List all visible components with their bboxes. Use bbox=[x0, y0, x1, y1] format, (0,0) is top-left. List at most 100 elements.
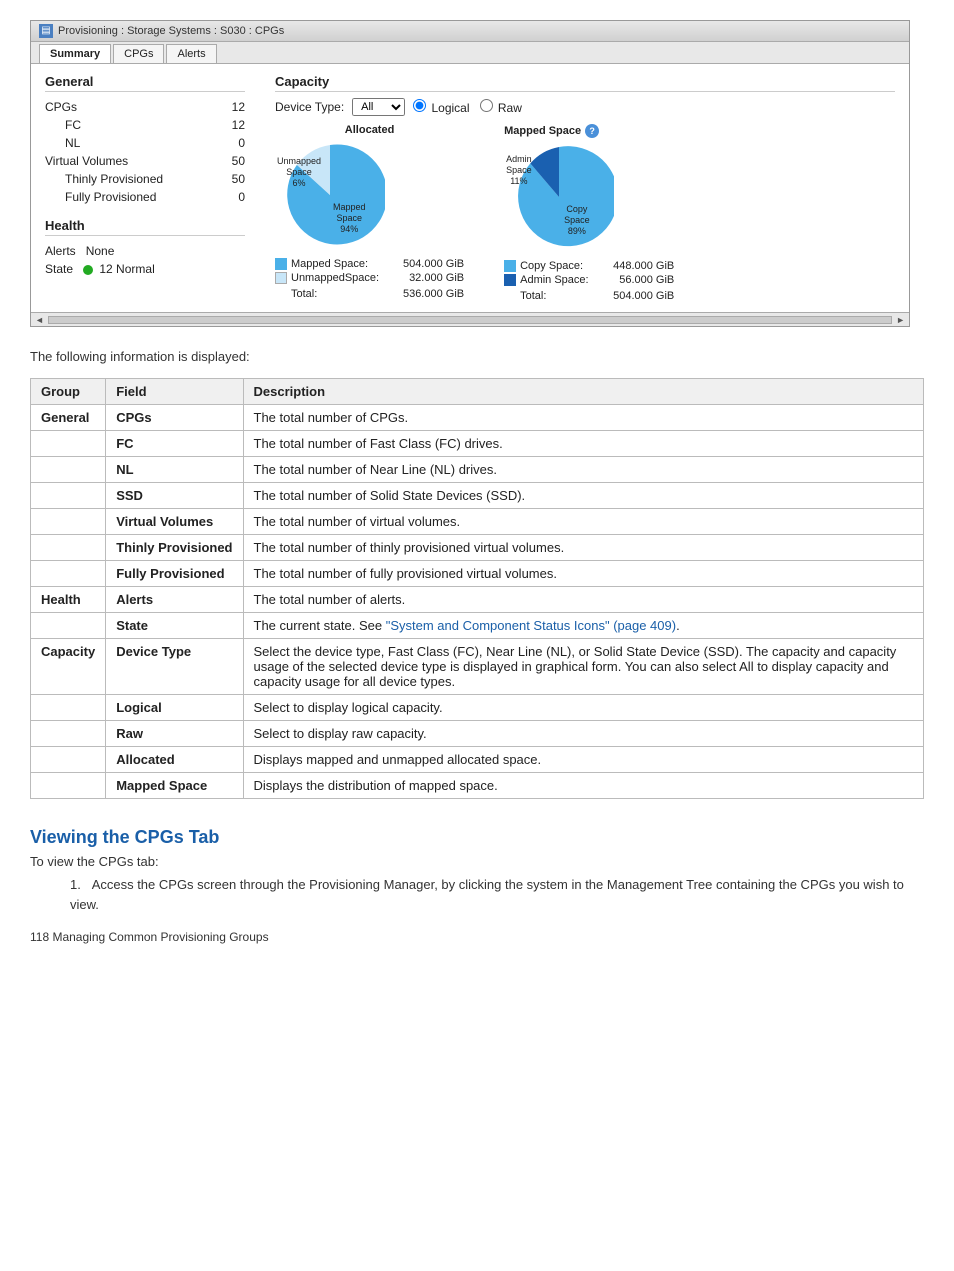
cell-field-13: Mapped Space bbox=[106, 773, 243, 799]
legend-label-unmapped: UnmappedSpace: bbox=[291, 272, 379, 284]
cell-desc-7: The total number of alerts. bbox=[243, 587, 924, 613]
cell-field-4: Virtual Volumes bbox=[106, 509, 243, 535]
alloc-pie-label-unmapped: UnmappedSpace6% bbox=[277, 156, 321, 188]
numbered-item-number: 1. bbox=[70, 877, 92, 892]
cell-desc-0: The total number of CPGs. bbox=[243, 405, 924, 431]
radio-raw[interactable]: Raw bbox=[480, 99, 522, 115]
cell-group-3 bbox=[31, 483, 106, 509]
legend-item-copy: Copy Space: bbox=[504, 260, 583, 272]
allocated-legend: Mapped Space: 504.000 GiB UnmappedSpace:… bbox=[275, 258, 464, 300]
cell-field-2: NL bbox=[106, 457, 243, 483]
capacity-section: Capacity Device Type: All FC NL SSD Logi… bbox=[275, 74, 895, 302]
table-row: NLThe total number of Near Line (NL) dri… bbox=[31, 457, 924, 483]
numbered-item-1: 1. Access the CPGs screen through the Pr… bbox=[70, 875, 924, 914]
nl-label: NL bbox=[65, 134, 80, 152]
tab-alerts[interactable]: Alerts bbox=[166, 44, 216, 63]
tab-summary[interactable]: Summary bbox=[39, 44, 111, 63]
allocated-chart-block: Allocated UnmappedSpace6% MappedSpace94% bbox=[275, 124, 464, 302]
state-dot bbox=[83, 265, 93, 275]
legend-item-admin: Admin Space: bbox=[504, 274, 588, 286]
tab-cpgs[interactable]: CPGs bbox=[113, 44, 164, 63]
scrollbar-track[interactable] bbox=[48, 316, 892, 324]
fp-label: Fully Provisioned bbox=[65, 188, 156, 206]
cell-desc-5: The total number of thinly provisioned v… bbox=[243, 535, 924, 561]
legend-row-copy: Copy Space: 448.000 GiB bbox=[504, 260, 674, 272]
numbered-item-text: Access the CPGs screen through the Provi… bbox=[70, 877, 904, 912]
alerts-value: None bbox=[86, 242, 115, 260]
alloc-pie-label-mapped: MappedSpace94% bbox=[333, 202, 366, 234]
legend-color-mapped bbox=[275, 258, 287, 270]
cell-group-0: General bbox=[31, 405, 106, 431]
legend-value-copy: 448.000 GiB bbox=[613, 260, 674, 272]
general-section: General CPGs 12 FC 12 NL 0 Virtual Volum… bbox=[45, 74, 245, 302]
health-section: Health Alerts None State 12 Normal bbox=[45, 218, 245, 278]
mapped-total-value: 504.000 GiB bbox=[613, 290, 674, 302]
col-group: Group bbox=[31, 379, 106, 405]
cell-desc-9: Select the device type, Fast Class (FC),… bbox=[243, 639, 924, 695]
cell-group-11 bbox=[31, 721, 106, 747]
general-row-nl: NL 0 bbox=[65, 134, 245, 152]
legend-value-unmapped: 32.000 GiB bbox=[409, 272, 464, 284]
col-desc: Description bbox=[243, 379, 924, 405]
legend-color-copy bbox=[504, 260, 516, 272]
table-row: Thinly ProvisionedThe total number of th… bbox=[31, 535, 924, 561]
cell-field-11: Raw bbox=[106, 721, 243, 747]
device-type-label: Device Type: bbox=[275, 100, 344, 114]
alerts-label: Alerts bbox=[45, 242, 76, 260]
allocated-pie: UnmappedSpace6% MappedSpace94% bbox=[275, 140, 385, 250]
table-row: RawSelect to display raw capacity. bbox=[31, 721, 924, 747]
radio-logical[interactable]: Logical bbox=[413, 99, 469, 115]
legend-value-mapped: 504.000 GiB bbox=[403, 258, 464, 270]
health-title: Health bbox=[45, 218, 245, 236]
scroll-right-arrow[interactable]: ► bbox=[896, 315, 905, 325]
tp-value: 50 bbox=[232, 170, 245, 188]
radio-group: Logical Raw bbox=[413, 99, 522, 115]
general-row-fc: FC 12 bbox=[65, 116, 245, 134]
col-field: Field bbox=[106, 379, 243, 405]
legend-color-unmapped bbox=[275, 272, 287, 284]
allocated-label: Allocated bbox=[275, 124, 464, 136]
legend-label-mapped: Mapped Space: bbox=[291, 258, 368, 270]
cell-desc-8: The current state. See "System and Compo… bbox=[243, 613, 924, 639]
vv-label: Virtual Volumes bbox=[45, 152, 128, 170]
vv-value: 50 bbox=[232, 152, 245, 170]
legend-color-admin bbox=[504, 274, 516, 286]
cell-desc-11: Select to display raw capacity. bbox=[243, 721, 924, 747]
cell-group-12 bbox=[31, 747, 106, 773]
cell-desc-4: The total number of virtual volumes. bbox=[243, 509, 924, 535]
cell-field-10: Logical bbox=[106, 695, 243, 721]
table-row: AllocatedDisplays mapped and unmapped al… bbox=[31, 747, 924, 773]
device-type-select[interactable]: All FC NL SSD bbox=[352, 98, 405, 116]
sub-text: To view the CPGs tab: bbox=[30, 854, 924, 869]
cell-field-1: FC bbox=[106, 431, 243, 457]
mapped-space-label: Mapped Space ? bbox=[504, 124, 674, 138]
cpgs-label: CPGs bbox=[45, 98, 77, 116]
general-row-cpgs: CPGs 12 bbox=[45, 98, 245, 116]
health-alerts-row: Alerts None bbox=[45, 242, 245, 260]
panel-title: Provisioning : Storage Systems : S030 : … bbox=[58, 25, 284, 37]
cell-desc-3: The total number of Solid State Devices … bbox=[243, 483, 924, 509]
data-table: Group Field Description GeneralCPGsThe t… bbox=[30, 378, 924, 799]
cell-field-7: Alerts bbox=[106, 587, 243, 613]
table-header-row: Group Field Description bbox=[31, 379, 924, 405]
state-link[interactable]: "System and Component Status Icons" (pag… bbox=[386, 618, 676, 633]
cpgs-value: 12 bbox=[232, 98, 245, 116]
scroll-left-arrow[interactable]: ◄ bbox=[35, 315, 44, 325]
legend-item-mapped: Mapped Space: bbox=[275, 258, 368, 270]
cell-field-9: Device Type bbox=[106, 639, 243, 695]
mapped-space-chart-block: Mapped Space ? AdminSpace11% CopySpace89… bbox=[504, 124, 674, 302]
mapped-info-icon[interactable]: ? bbox=[585, 124, 599, 138]
table-row: Fully ProvisionedThe total number of ful… bbox=[31, 561, 924, 587]
health-state-row: State 12 Normal bbox=[45, 260, 245, 278]
nl-value: 0 bbox=[238, 134, 245, 152]
allocated-total-label: Total: bbox=[291, 288, 317, 300]
mapped-pie-label-admin: AdminSpace11% bbox=[506, 154, 532, 186]
panel-icon: ▤ bbox=[39, 24, 53, 38]
tp-label: Thinly Provisioned bbox=[65, 170, 163, 188]
cell-desc-13: Displays the distribution of mapped spac… bbox=[243, 773, 924, 799]
allocated-total-value: 536.000 GiB bbox=[403, 288, 464, 300]
cell-desc-6: The total number of fully provisioned vi… bbox=[243, 561, 924, 587]
fc-value: 12 bbox=[232, 116, 245, 134]
cell-field-12: Allocated bbox=[106, 747, 243, 773]
section-heading: Viewing the CPGs Tab bbox=[30, 827, 924, 848]
